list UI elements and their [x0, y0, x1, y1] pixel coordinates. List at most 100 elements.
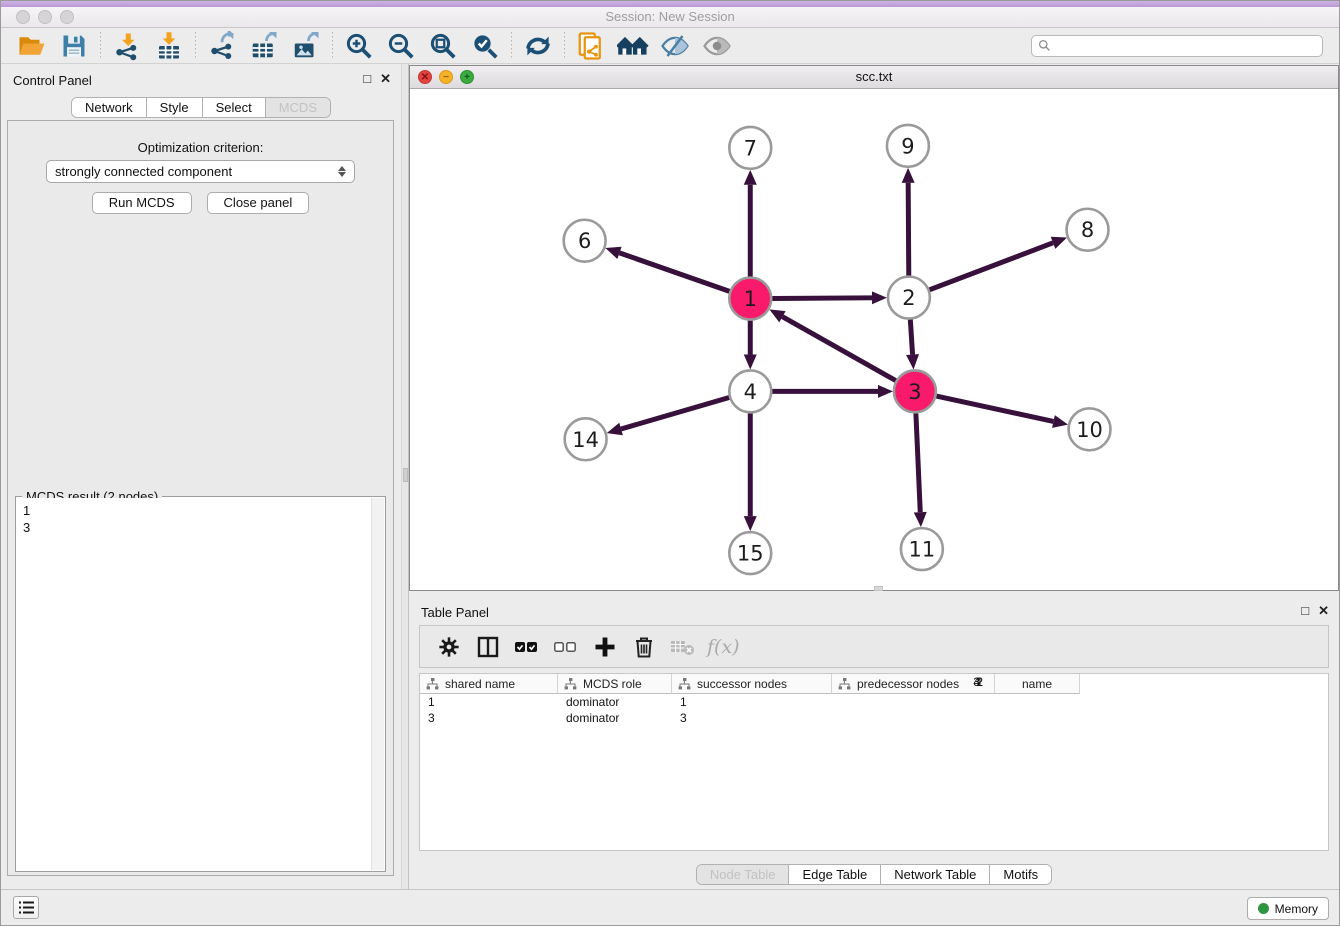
show-all-icon[interactable] [696, 30, 738, 62]
export-network-icon[interactable] [201, 30, 243, 62]
import-network-icon[interactable] [106, 30, 148, 62]
network-window-titlebar[interactable]: ✕ − + scc.txt [410, 66, 1338, 89]
tab-edge-table[interactable]: Edge Table [789, 865, 881, 884]
memory-button[interactable]: Memory [1247, 897, 1329, 920]
graph-edge-3-1[interactable] [782, 317, 895, 381]
search-input[interactable] [1051, 39, 1316, 53]
delete-table-icon[interactable] [668, 632, 698, 662]
control-panel-float-icon[interactable]: □ [363, 71, 371, 87]
table-cell[interactable]: 1 [420, 694, 558, 710]
import-table-icon[interactable] [148, 30, 190, 62]
tab-node-table[interactable]: Node Table [697, 865, 790, 884]
network-canvas[interactable]: 7968124314101511 [410, 90, 1338, 590]
zoom-in-icon[interactable] [338, 30, 380, 62]
tab-network[interactable]: Network [72, 98, 147, 117]
mcds-result-scrollbar[interactable] [371, 498, 384, 870]
panel-splitter[interactable] [401, 64, 409, 889]
mcds-result-text[interactable]: 13 [17, 498, 384, 870]
table-panel-float-icon[interactable]: □ [1301, 603, 1309, 619]
delete-row-trash-icon[interactable] [629, 632, 659, 662]
graph-edge-3-10[interactable] [936, 396, 1053, 421]
graph-node-label: 8 [1081, 218, 1094, 242]
graph-edge-arrowhead [914, 512, 927, 527]
close-window-button[interactable] [16, 10, 30, 24]
mcds-result-line: 3 [23, 519, 378, 536]
open-file-icon[interactable] [11, 30, 53, 62]
network-window-resize-grip[interactable] [874, 586, 883, 591]
run-mcds-button[interactable]: Run MCDS [92, 192, 192, 214]
mcds-result-group: MCDS result (2 nodes) 13 [15, 496, 386, 872]
table-cell[interactable]: dominator [558, 694, 672, 710]
memory-button-label: Memory [1275, 902, 1318, 916]
splitter-grip[interactable] [403, 468, 408, 482]
deselect-all-columns-icon[interactable] [551, 632, 581, 662]
apply-layout-icon[interactable] [517, 30, 559, 62]
graph-node-label: 10 [1076, 418, 1103, 442]
graph-edge-2-9[interactable] [908, 183, 909, 276]
table-cell[interactable]: 3 [672, 710, 757, 726]
column-header-label: successor nodes [697, 677, 787, 691]
table-split-panel-icon[interactable] [473, 632, 503, 662]
tab-network-table[interactable]: Network Table [881, 865, 990, 884]
new-network-from-selection-icon[interactable] [570, 30, 612, 62]
graph-node-label: 14 [572, 428, 599, 452]
tab-mcds[interactable]: MCDS [266, 98, 330, 117]
zoom-fit-icon[interactable] [422, 30, 464, 62]
zoom-selected-icon[interactable] [464, 30, 506, 62]
network-view-window: ✕ − + scc.txt 7968124314101511 [409, 65, 1339, 591]
network-maximize-icon[interactable]: + [460, 70, 474, 84]
function-builder-fx-icon[interactable]: f(x) [707, 636, 740, 658]
network-close-icon[interactable]: ✕ [418, 70, 432, 84]
column-tree-icon [564, 678, 577, 690]
export-table-icon[interactable] [243, 30, 285, 62]
save-session-icon[interactable] [53, 30, 95, 62]
tab-select[interactable]: Select [203, 98, 266, 117]
toolbar-separator [332, 32, 333, 60]
graph-edge-1-2[interactable] [772, 298, 872, 299]
table-row[interactable]: 3dominator323 [420, 710, 1328, 726]
graph-edge-4-14[interactable] [621, 398, 729, 429]
export-image-icon[interactable] [285, 30, 327, 62]
graph-edge-2-8[interactable] [929, 243, 1053, 290]
zoom-out-icon[interactable] [380, 30, 422, 62]
table-cell[interactable]: 2 [828, 674, 991, 850]
main-toolbar [1, 28, 1339, 64]
mcds-result-line: 1 [23, 502, 378, 519]
graph-node-label: 11 [909, 538, 936, 562]
maximize-window-button[interactable] [60, 10, 74, 24]
optimization-criterion-value: strongly connected component [55, 164, 232, 179]
tab-style[interactable]: Style [147, 98, 203, 117]
optimization-criterion-select[interactable]: strongly connected component [46, 160, 355, 183]
table-cell[interactable]: dominator [558, 710, 672, 726]
table-settings-gear-icon[interactable] [434, 632, 464, 662]
task-history-button[interactable] [13, 896, 39, 919]
graph-edge-3-11[interactable] [916, 413, 920, 512]
graph-edge-1-6[interactable] [619, 253, 729, 291]
graph-edge-arrowhead [902, 168, 915, 183]
control-panel: Control Panel □ ✕ NetworkStyleSelectMCDS… [1, 64, 401, 889]
tab-motifs[interactable]: Motifs [990, 865, 1051, 884]
column-header-MCDS-role[interactable]: MCDS role [558, 674, 672, 694]
table-cell[interactable]: 3 [420, 710, 558, 726]
search-box[interactable] [1031, 35, 1323, 57]
table-cell[interactable]: 1 [672, 694, 757, 710]
graph-edge-arrowhead [906, 354, 919, 369]
hide-selected-icon[interactable] [654, 30, 696, 62]
network-window-title: scc.txt [410, 66, 1338, 88]
column-header-shared-name[interactable]: shared name [420, 674, 558, 694]
table-panel-title: Table Panel [421, 605, 489, 620]
column-header-successor-nodes[interactable]: successor nodes [672, 674, 832, 694]
optimization-criterion-label: Optimization criterion: [8, 140, 393, 155]
network-graph[interactable]: 7968124314101511 [410, 90, 1338, 590]
first-neighbors-icon[interactable] [612, 30, 654, 62]
add-row-plus-icon[interactable] [590, 632, 620, 662]
table-panel-close-icon[interactable]: ✕ [1318, 603, 1329, 619]
column-header-name[interactable]: name [995, 674, 1080, 694]
control-panel-close-icon[interactable]: ✕ [380, 71, 391, 87]
network-minimize-icon[interactable]: − [439, 70, 453, 84]
select-all-columns-icon[interactable] [512, 632, 542, 662]
graph-edge-2-3[interactable] [910, 319, 912, 354]
minimize-window-button[interactable] [38, 10, 52, 24]
node-table[interactable]: shared nameMCDS rolesuccessor nodesprede… [419, 673, 1329, 851]
close-panel-button[interactable]: Close panel [207, 192, 310, 214]
